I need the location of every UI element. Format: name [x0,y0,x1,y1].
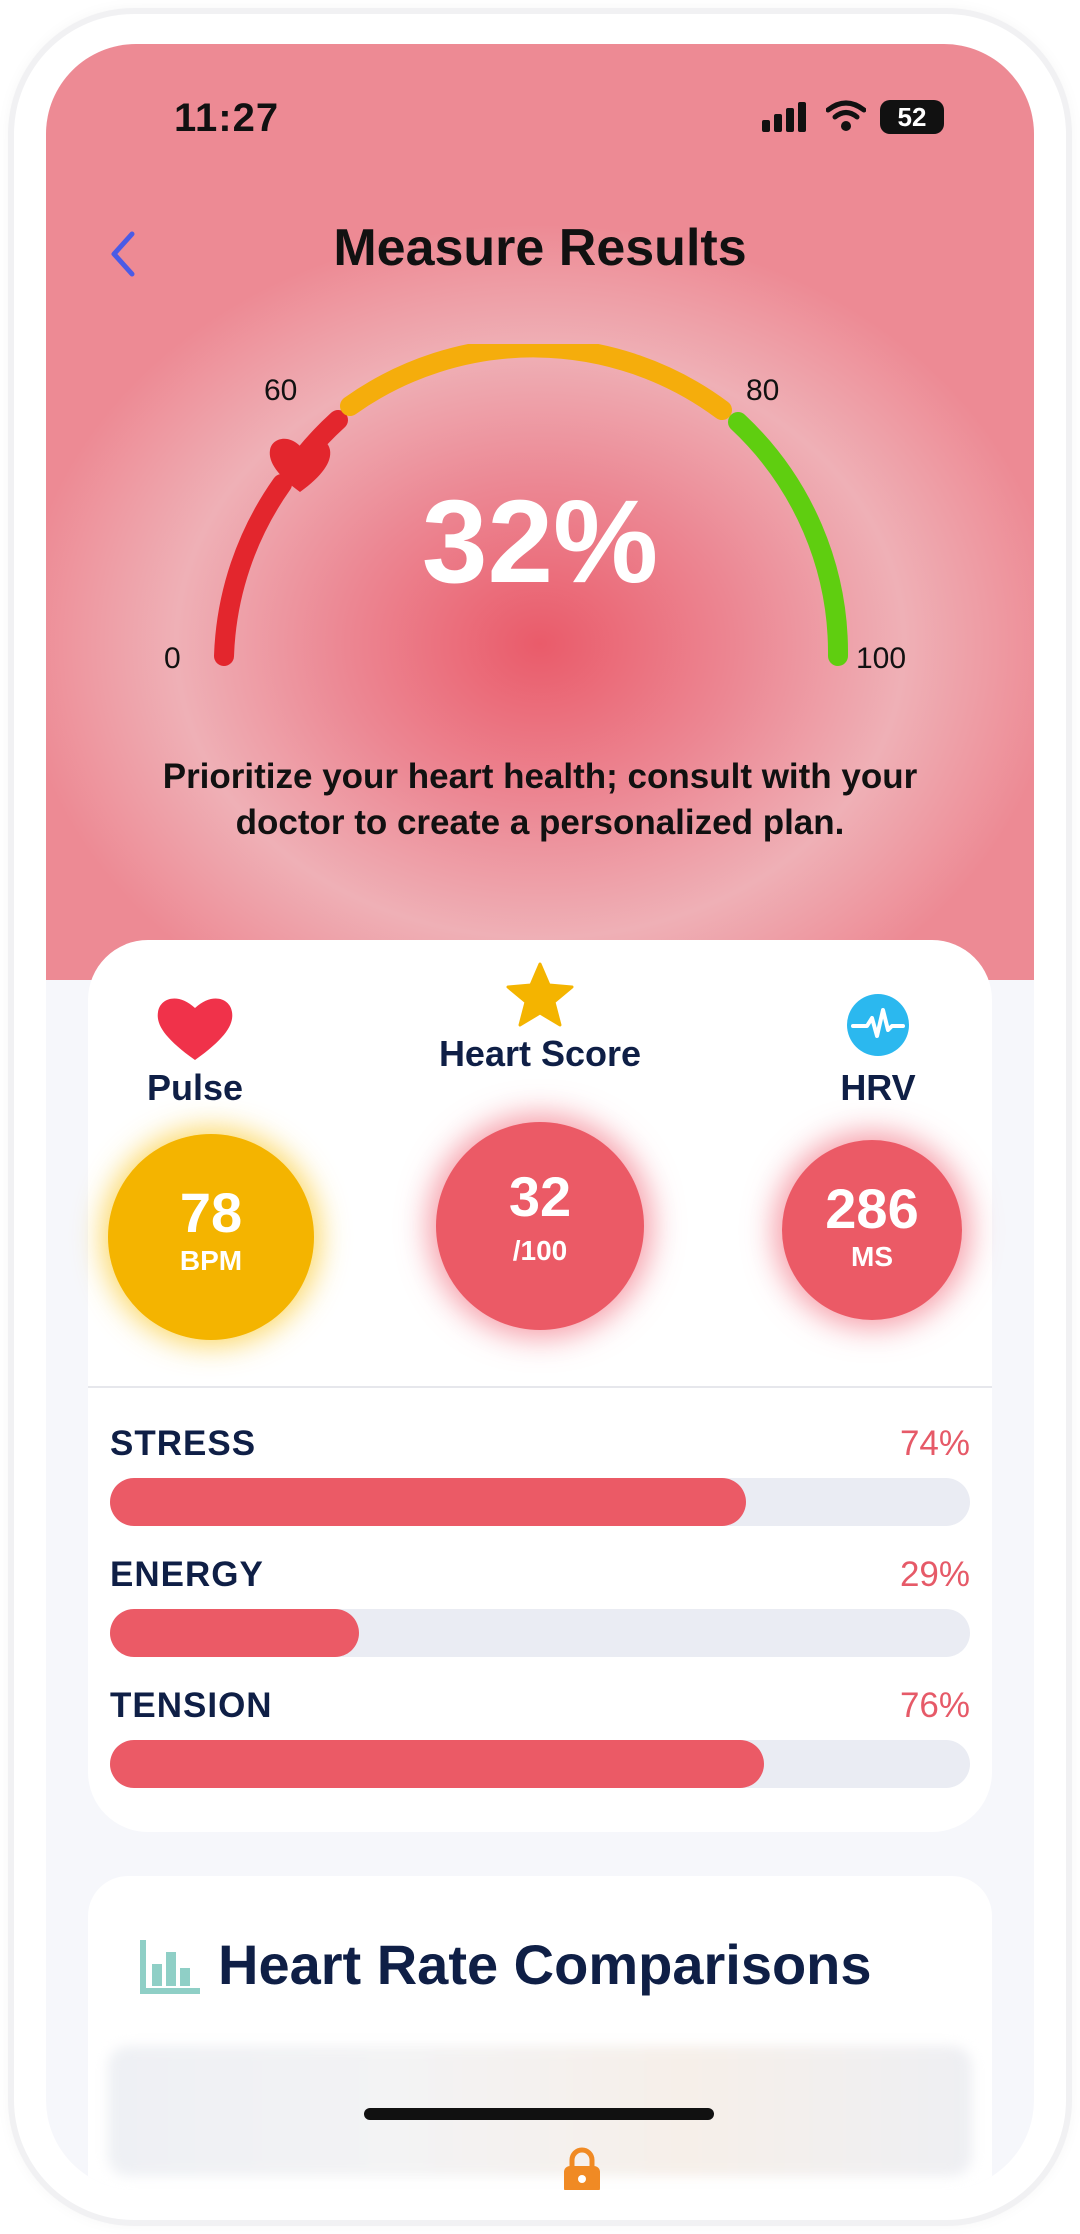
page-title: Measure Results [333,219,747,277]
metrics-card: Pulse 78 BPM Heart Score 32 /100 HRV 286 [88,940,992,1832]
home-indicator[interactable] [364,2108,714,2120]
energy-track [110,1609,970,1657]
cellular-signal-icon [762,102,806,132]
hrv-label: HRV [840,1067,916,1108]
stress-percent: 74% [899,1424,970,1463]
pulse-unit: BPM [179,1245,243,1276]
pulse-value: 78 [179,1181,243,1244]
gauge-label-100: 100 [856,642,907,675]
heartbeat-pulse-icon [847,994,909,1056]
hrv-unit: MS [851,1241,893,1272]
energy-label: ENERGY [110,1555,264,1594]
gauge-value: 32% [421,476,659,608]
pulse-label: Pulse [146,1067,244,1108]
advice-text: Prioritize your heart health; consult wi… [162,757,918,842]
comparisons-title: Heart Rate Comparisons [218,1933,872,1996]
heart-score-metric: Heart Score [418,962,662,1075]
star-icon [506,962,574,1027]
gauge-label-80: 80 [746,374,780,407]
hrv-value: 286 [825,1177,919,1240]
heart-icon [157,998,233,1060]
pulse-value-circle: 78 BPM [108,1134,314,1340]
bar-chart-icon [140,1940,200,1994]
energy-fill [110,1609,360,1657]
stress-label: STRESS [110,1424,257,1463]
energy-percent: 29% [899,1555,970,1594]
lock-icon[interactable] [560,2146,604,2190]
hrv-metric: HRV [828,992,928,1109]
card-divider [88,1386,992,1388]
stress-fill [110,1478,747,1526]
heart-score-label: Heart Score [438,1033,642,1074]
wifi-icon [826,100,866,131]
heart-score-value: 32 [508,1165,572,1228]
pulse-metric: Pulse [130,992,260,1109]
results-hero: 11:27 52 Measure Results 0 60 80 100 32%… [46,44,1034,980]
gauge-label-0: 0 [164,642,181,675]
status-bar: 11:27 52 [46,44,1034,154]
gauge-label-60: 60 [264,374,298,407]
battery-icon: 52 [880,100,944,134]
tension-fill [110,1740,764,1788]
tension-label: TENSION [110,1686,273,1725]
hrv-value-circle: 286 MS [782,1140,962,1320]
tension-percent: 76% [899,1686,970,1725]
heart-rate-comparisons-card[interactable]: Heart Rate Comparisons [88,1876,992,2190]
heart-score-unit: /100 [512,1235,568,1266]
stress-track [110,1478,970,1526]
heart-score-circle: 32 /100 [436,1122,644,1330]
tension-track [110,1740,970,1788]
app-screen: 11:27 52 Measure Results 0 60 80 100 32%… [46,44,1034,2190]
status-time: 11:27 [174,96,280,140]
